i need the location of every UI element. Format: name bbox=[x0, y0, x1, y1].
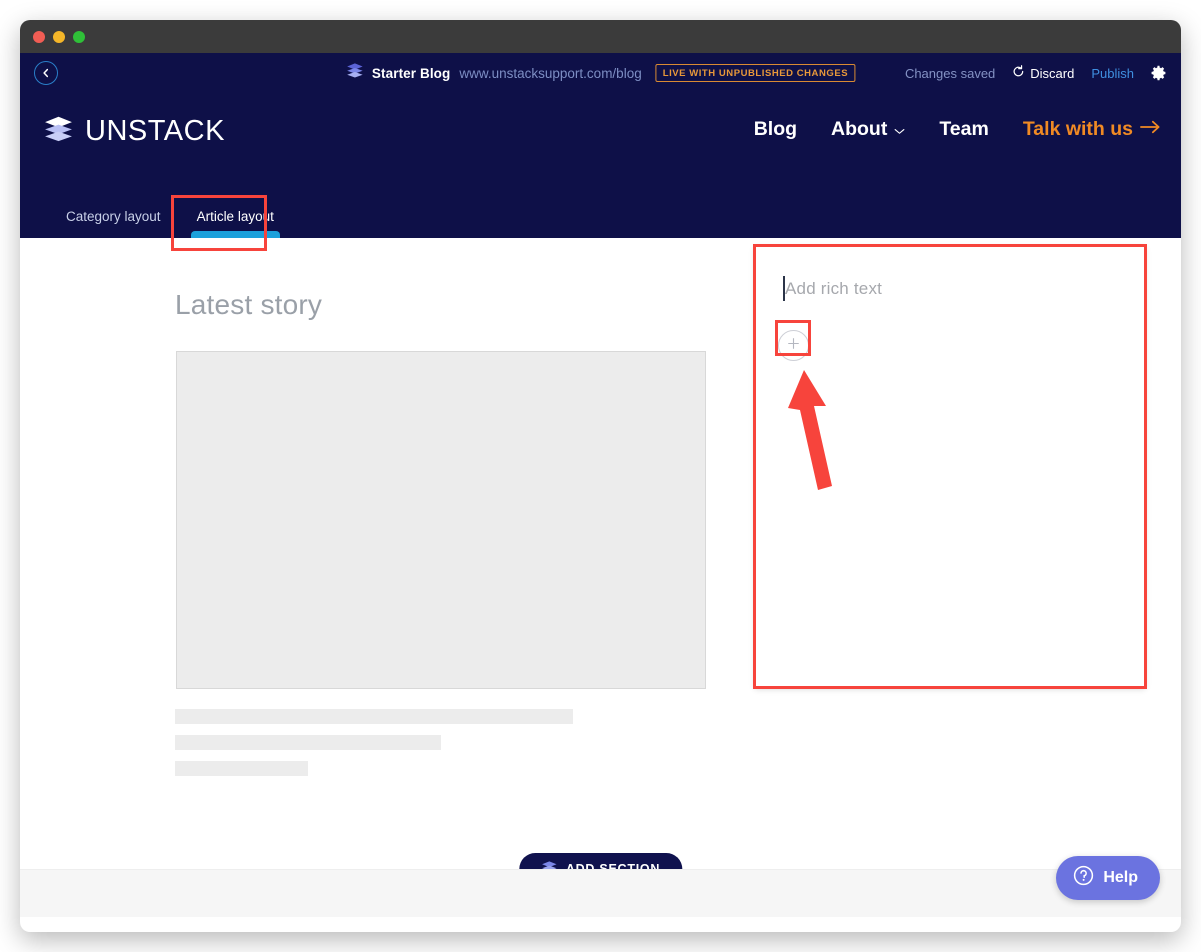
page-title: Latest story bbox=[175, 289, 322, 321]
nav-item-team[interactable]: Team bbox=[939, 118, 989, 141]
nav-item-blog[interactable]: Blog bbox=[754, 118, 797, 141]
skeleton-line bbox=[175, 735, 441, 750]
nav-label: Team bbox=[939, 118, 989, 141]
browser-window: Starter Blog www.unstacksupport.com/blog… bbox=[20, 20, 1181, 932]
tab-label: Category layout bbox=[66, 209, 161, 224]
page-canvas: Latest story Add rich text bbox=[20, 238, 1181, 917]
discard-button[interactable]: Discard bbox=[1012, 65, 1074, 81]
editor-toolbar: Starter Blog www.unstacksupport.com/blog… bbox=[20, 53, 1181, 93]
nav-item-about[interactable]: About bbox=[831, 118, 905, 141]
toolbar-site-info: Starter Blog www.unstacksupport.com/blog… bbox=[346, 63, 855, 83]
unstack-stack-icon bbox=[346, 63, 363, 83]
help-label: Help bbox=[1103, 869, 1138, 887]
layout-tabs: Category layout Article layout bbox=[48, 201, 292, 238]
arrow-right-icon bbox=[1140, 118, 1161, 141]
nav-item-talk-with-us[interactable]: Talk with us bbox=[1023, 118, 1161, 141]
back-button[interactable] bbox=[34, 61, 58, 85]
unstack-stack-icon bbox=[44, 116, 73, 147]
discard-label: Discard bbox=[1030, 66, 1074, 81]
plus-circle-icon bbox=[787, 337, 800, 355]
help-button[interactable]: Help bbox=[1056, 856, 1160, 900]
tab-category-layout[interactable]: Category layout bbox=[48, 201, 179, 238]
question-circle-icon bbox=[1073, 865, 1094, 891]
image-placeholder[interactable] bbox=[176, 351, 706, 689]
status-badge: LIVE WITH UNPUBLISHED CHANGES bbox=[656, 64, 855, 82]
nav-label: About bbox=[831, 118, 887, 141]
rich-text-placeholder: Add rich text bbox=[785, 279, 882, 299]
add-block-button[interactable] bbox=[778, 330, 809, 361]
toolbar-actions: Changes saved Discard Publish bbox=[905, 65, 1167, 81]
window-maximize-button[interactable] bbox=[73, 31, 85, 43]
window-minimize-button[interactable] bbox=[53, 31, 65, 43]
window-close-button[interactable] bbox=[33, 31, 45, 43]
site-navigation: Blog About Team Talk with us bbox=[754, 118, 1161, 141]
skeleton-line bbox=[175, 709, 573, 724]
chevron-left-circle-icon bbox=[41, 68, 51, 78]
chevron-down-icon bbox=[894, 118, 905, 141]
brand-name: UNSTACK bbox=[85, 115, 225, 148]
site-url[interactable]: www.unstacksupport.com/blog bbox=[459, 66, 641, 81]
publish-button[interactable]: Publish bbox=[1091, 66, 1134, 81]
footer-strip bbox=[20, 869, 1181, 917]
nav-label: Talk with us bbox=[1023, 118, 1133, 141]
brand-logo[interactable]: UNSTACK bbox=[44, 115, 225, 148]
tab-label: Article layout bbox=[197, 209, 274, 224]
tab-article-layout[interactable]: Article layout bbox=[179, 201, 292, 238]
rich-text-panel[interactable]: Add rich text bbox=[755, 246, 1145, 687]
skeleton-line bbox=[175, 761, 308, 776]
window-titlebar bbox=[20, 20, 1181, 53]
site-name[interactable]: Starter Blog bbox=[372, 66, 450, 81]
gear-icon[interactable] bbox=[1151, 65, 1167, 81]
active-tab-indicator bbox=[191, 231, 280, 238]
nav-label: Blog bbox=[754, 118, 797, 141]
site-header: UNSTACK Blog About Team Talk with us bbox=[20, 93, 1181, 238]
undo-circle-icon bbox=[1012, 65, 1025, 81]
changes-saved-status: Changes saved bbox=[905, 66, 995, 81]
